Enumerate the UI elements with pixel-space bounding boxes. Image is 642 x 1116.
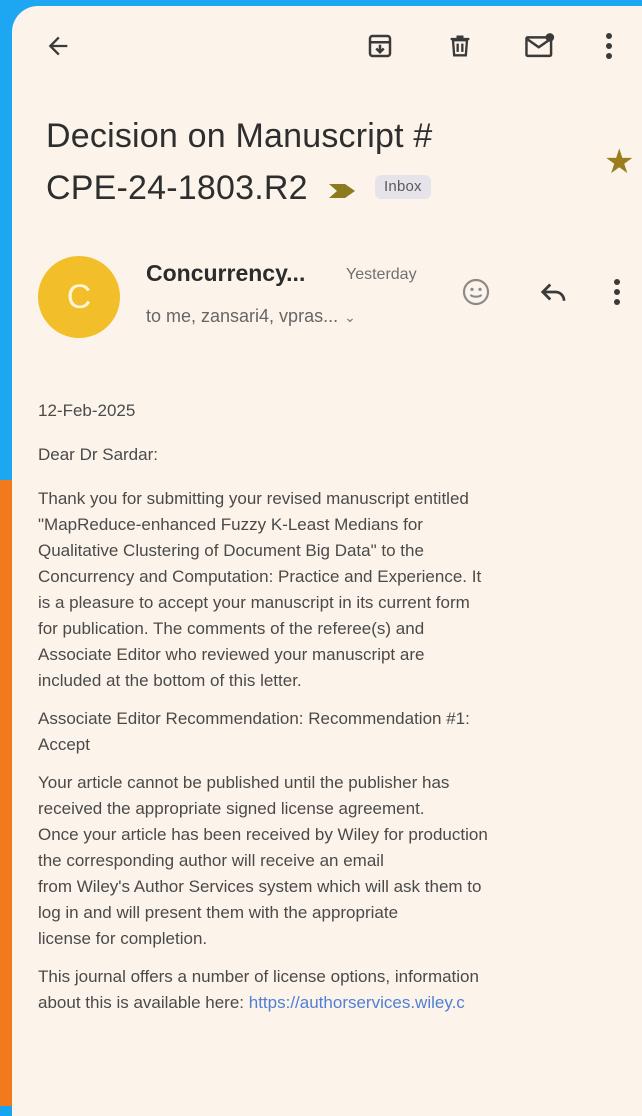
paragraph-acceptance: Thank you for submitting your revised ma…	[38, 489, 482, 690]
email-subject: Decision on Manuscript # CPE-24-1803.R2 …	[46, 110, 566, 216]
star-icon[interactable]: ★	[604, 144, 640, 180]
email-screen: Decision on Manuscript # CPE-24-1803.R2 …	[12, 6, 642, 1116]
important-marker-icon[interactable]	[327, 164, 357, 216]
paragraph-options: This journal offers a number of license …	[38, 964, 638, 1016]
subject-line-1: Decision on Manuscript #	[46, 117, 433, 155]
chevron-down-icon: ⌄	[344, 309, 356, 325]
letter-greeting: Dear Dr Sardar:	[38, 445, 158, 464]
back-arrow-icon[interactable]	[36, 24, 80, 68]
archive-icon[interactable]	[358, 24, 402, 68]
add-reaction-icon[interactable]	[454, 270, 498, 314]
reply-icon[interactable]	[532, 270, 576, 314]
paragraph-recommendation: Associate Editor Recommendation: Recomme…	[38, 709, 470, 754]
more-vert-icon[interactable]	[594, 24, 624, 68]
trash-icon[interactable]	[438, 24, 482, 68]
email-body: 12-Feb-2025 Dear Dr Sardar: Thank you fo…	[38, 398, 638, 1028]
message-more-icon[interactable]	[602, 270, 632, 314]
avatar[interactable]: C	[38, 256, 120, 338]
inbox-label-chip[interactable]: Inbox	[375, 175, 431, 200]
author-services-link[interactable]: https://authorservices.wiley.c	[249, 993, 465, 1012]
mark-unread-icon[interactable]	[518, 24, 562, 68]
sent-time: Yesterday	[346, 266, 417, 283]
letter-date: 12-Feb-2025	[38, 401, 136, 420]
recipients-text: to me, zansari4, vpras...	[146, 306, 339, 326]
sender-name: Concurrency...	[146, 260, 306, 286]
paragraph-license: Your article cannot be published until t…	[38, 773, 488, 948]
subject-line-2: CPE-24-1803.R2	[46, 169, 308, 207]
recipients-toggle[interactable]: to me, zansari4, vpras... ⌄	[146, 306, 356, 327]
top-toolbar	[12, 6, 642, 86]
